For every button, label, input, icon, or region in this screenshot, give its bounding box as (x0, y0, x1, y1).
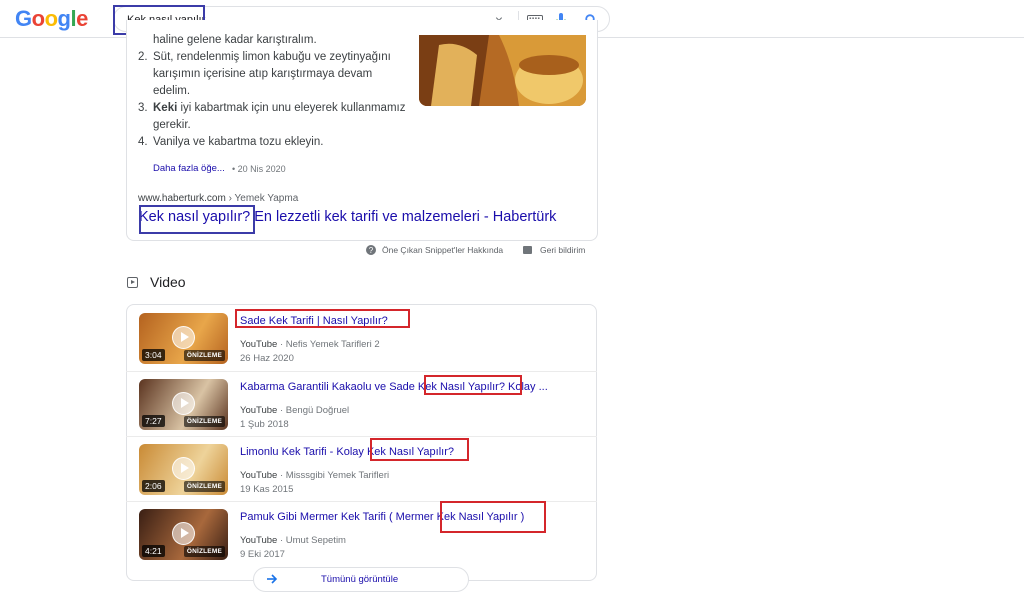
video-thumbnail[interactable]: 7:27 ÖNİZLEME (139, 379, 228, 430)
preview-badge: ÖNİZLEME (183, 350, 225, 361)
video-source: YouTube (240, 405, 278, 416)
step-text: Keki (153, 102, 178, 114)
video-meta: YouTube · Bengü Doğruel (240, 405, 349, 416)
video-date: 1 Şub 2018 (240, 419, 289, 430)
step-number: 4. (138, 136, 148, 148)
logo-letter: G (15, 6, 32, 31)
video-channel: · Misssgibi Yemek Tarifleri (279, 470, 390, 481)
feedback-label: Geri bildirim (540, 245, 586, 255)
video-source: YouTube (240, 339, 278, 350)
step-text: haline gelene kadar karıştıralım. (153, 34, 317, 46)
video-meta: YouTube · Umut Sepetim (240, 535, 346, 546)
video-channel: · Umut Sepetim (279, 535, 346, 546)
step-number: 3. (138, 102, 148, 114)
snippet-step: 4. Vanilya ve kabartma tozu ekleyin. (138, 134, 408, 151)
play-icon[interactable] (172, 522, 195, 545)
see-all-label: Tümünü görüntüle (321, 574, 399, 585)
snippet-cake-image[interactable] (419, 35, 586, 106)
video-heading-label: Video (150, 274, 186, 290)
snippet-cite: www.haberturk.com › Yemek Yapma (138, 193, 298, 204)
snippet-step: 2. Süt, rendelenmiş limon kabuğu ve zeyti… (138, 49, 408, 100)
video-thumbnail[interactable]: 2:06 ÖNİZLEME (139, 444, 228, 495)
snippet-date: • 20 Nis 2020 (232, 164, 286, 174)
video-channel: · Nefis Yemek Tarifleri 2 (279, 339, 380, 350)
snippet-step: 3. Keki iyi kabartmak için unu eleyerek k… (138, 100, 408, 134)
more-items-link[interactable]: Daha fazla öğe... (153, 163, 225, 174)
preview-badge: ÖNİZLEME (183, 546, 225, 557)
cite-breadcrumb: › Yemek Yapma (225, 193, 299, 204)
video-source: YouTube (240, 470, 278, 481)
video-date: 19 Kas 2015 (240, 484, 294, 495)
play-icon[interactable] (172, 326, 195, 349)
logo-letter: g (57, 6, 71, 31)
video-title-link[interactable]: Sade Kek Tarifi | Nasıl Yapılır? (240, 315, 388, 327)
preview-badge: ÖNİZLEME (183, 481, 225, 492)
video-source: YouTube (240, 535, 278, 546)
video-title-link[interactable]: Limonlu Kek Tarifi - Kolay Kek Nasıl Yap… (240, 446, 454, 458)
snippet-about-label: Öne Çıkan Snippet'ler Hakkında (382, 245, 504, 255)
video-duration: 4:21 (142, 545, 165, 557)
google-logo[interactable]: Google (15, 6, 88, 32)
snippet-result-title-link[interactable]: Kek nasıl yapılır? En lezzetli kek tarif… (139, 209, 556, 225)
step-text: Vanilya ve kabartma tozu ekleyin. (153, 136, 324, 148)
question-icon: ? (366, 245, 376, 255)
logo-letter: o (44, 6, 58, 31)
feedback-icon (523, 246, 532, 254)
video-result-row[interactable]: 4:21 ÖNİZLEME Pamuk Gibi Mermer Kek Tarifi… (126, 501, 597, 566)
step-text: iyi kabartmak için unu eleyerek kullanma… (153, 102, 406, 131)
video-title-link[interactable]: Kabarma Garantili Kakaolu ve Sade Kek Na… (240, 381, 548, 393)
play-icon[interactable] (172, 392, 195, 415)
snippet-steps-list: haline gelene kadar karıştıralım. 2. Süt, … (138, 32, 408, 151)
video-section-heading: Video (127, 274, 186, 290)
cite-domain: www.haberturk.com (138, 193, 226, 204)
video-result-row[interactable]: 7:27 ÖNİZLEME Kabarma Garantili Kakaolu ve… (126, 371, 597, 436)
logo-letter: e (76, 6, 88, 31)
video-meta: YouTube · Misssgibi Yemek Tarifleri (240, 470, 389, 481)
logo-letter: o (31, 6, 45, 31)
video-date: 26 Haz 2020 (240, 353, 294, 364)
video-meta: YouTube · Nefis Yemek Tarifleri 2 (240, 339, 380, 350)
play-icon[interactable] (172, 457, 195, 480)
step-number: 2. (138, 51, 148, 63)
snippet-about-link[interactable]: ? Öne Çıkan Snippet'ler Hakkında (366, 245, 503, 255)
video-thumbnail[interactable]: 3:04 ÖNİZLEME (139, 313, 228, 364)
preview-badge: ÖNİZLEME (183, 416, 225, 427)
video-result-row[interactable]: 2:06 ÖNİZLEME Limonlu Kek Tarifi - Kolay K… (126, 436, 597, 501)
snippet-step: haline gelene kadar karıştıralım. (138, 32, 408, 49)
video-duration: 3:04 (142, 349, 165, 361)
see-all-button[interactable]: Tümünü görüntüle (253, 567, 469, 592)
video-result-row[interactable]: 3:04 ÖNİZLEME Sade Kek Tarifi | Nasıl Yapı… (126, 306, 597, 371)
video-channel: · Bengü Doğruel (279, 405, 350, 416)
video-date: 9 Eki 2017 (240, 549, 285, 560)
feedback-link[interactable]: Geri bildirim (523, 245, 585, 255)
arrow-right-icon (265, 572, 279, 586)
video-title-link[interactable]: Pamuk Gibi Mermer Kek Tarifi ( Mermer Ke… (240, 511, 524, 523)
video-duration: 7:27 (142, 415, 165, 427)
video-duration: 2:06 (142, 480, 165, 492)
video-thumbnail[interactable]: 4:21 ÖNİZLEME (139, 509, 228, 560)
step-text: Süt, rendelenmiş limon kabuğu ve zeytiny… (153, 51, 391, 97)
video-icon (127, 276, 138, 288)
